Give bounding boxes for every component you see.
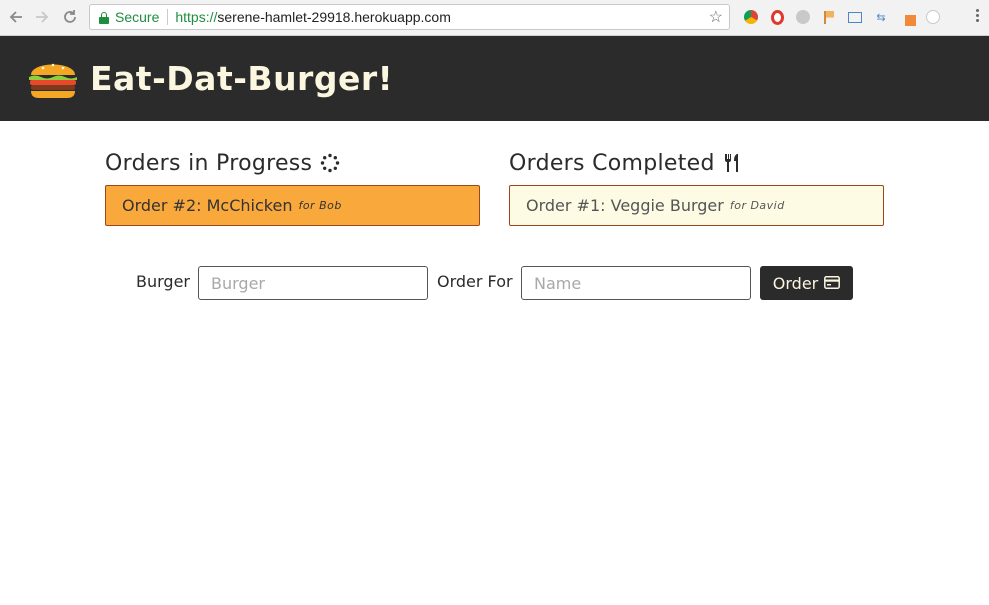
url-host: serene-hamlet-29918.herokuapp.com xyxy=(217,9,451,25)
site-header: Eat-Dat-Burger! xyxy=(0,36,989,121)
order-card-completed[interactable]: Order #1: Veggie Burger for David xyxy=(509,185,884,226)
star-icon[interactable]: ☆ xyxy=(709,7,723,27)
extension-screenshot-icon[interactable] xyxy=(844,7,866,27)
order-for-name: for Bob xyxy=(298,199,342,212)
brand-title[interactable]: Eat-Dat-Burger! xyxy=(90,59,393,98)
order-for-name: for David xyxy=(729,199,785,212)
forward-icon[interactable] xyxy=(31,6,53,28)
order-card-in-progress[interactable]: Order #2: McChicken for Bob xyxy=(105,185,480,226)
url-separator xyxy=(167,9,169,25)
utensils-icon xyxy=(723,153,741,173)
order-for-label: Order For xyxy=(437,272,513,291)
in-progress-title: Orders in Progress xyxy=(105,148,480,178)
order-label: Order #2: McChicken xyxy=(122,196,293,215)
completed-title-text: Orders Completed xyxy=(509,150,715,176)
name-input[interactable] xyxy=(521,266,751,300)
order-label: Order #1: Veggie Burger xyxy=(526,196,724,215)
order-button-label: Order xyxy=(772,273,819,293)
back-icon[interactable] xyxy=(5,6,27,28)
browser-toolbar: Secure https:// serene-hamlet-29918.hero… xyxy=(0,0,989,36)
extension-arrows-icon[interactable]: ⇆ xyxy=(870,7,892,27)
url-scheme: https:// xyxy=(175,9,218,25)
orders-completed-panel: Orders Completed Order #1: Veggie Burger… xyxy=(509,148,884,226)
secure-label: Secure xyxy=(115,9,160,25)
burger-input[interactable] xyxy=(198,266,428,300)
order-form: Burger Order For Order xyxy=(0,266,989,300)
completed-title: Orders Completed xyxy=(509,148,884,178)
extension-globe-icon[interactable] xyxy=(792,7,814,27)
burger-label: Burger xyxy=(136,272,190,291)
extensions-bar: ⇆ xyxy=(740,7,948,27)
extension-opera-icon[interactable] xyxy=(766,7,788,27)
burger-icon xyxy=(27,55,79,100)
order-button[interactable]: Order xyxy=(760,266,853,300)
address-bar[interactable]: Secure https:// serene-hamlet-29918.hero… xyxy=(89,4,730,30)
credit-card-icon xyxy=(824,274,841,293)
spinner-icon xyxy=(320,153,340,173)
lock-icon xyxy=(99,11,109,24)
extension-pen-icon[interactable] xyxy=(896,7,918,27)
reload-icon[interactable] xyxy=(59,6,81,28)
menu-icon[interactable] xyxy=(976,9,979,22)
extension-circle-icon[interactable] xyxy=(922,7,944,27)
in-progress-title-text: Orders in Progress xyxy=(105,150,313,176)
extension-chrome-icon[interactable] xyxy=(740,7,762,27)
orders-in-progress-panel: Orders in Progress Order #2: McChicken f… xyxy=(105,148,480,226)
extension-flag-icon[interactable] xyxy=(818,7,840,27)
